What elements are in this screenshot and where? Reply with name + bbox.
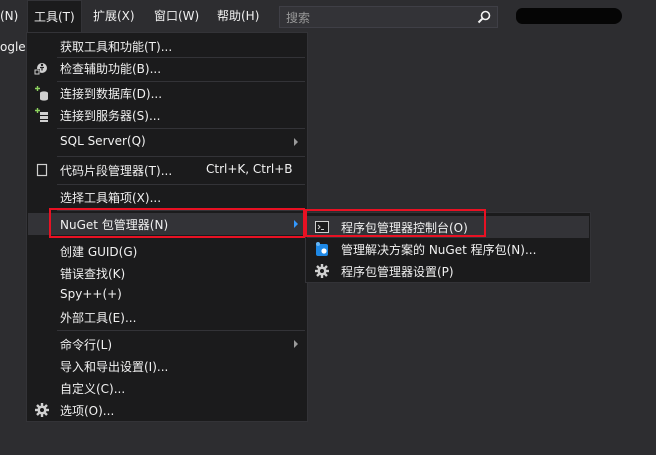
menu-item-label: Spy++(+) [60,287,122,301]
highlight-box-nuget [49,208,305,238]
side-text-fragment: ogle [0,40,26,54]
highlight-box-console [305,209,486,237]
menu-item-label: 错误查找(K) [60,267,126,281]
menu-item-shortcut: Ctrl+K, Ctrl+B [206,162,293,176]
menu-item-window[interactable]: 窗口(W) [154,0,199,33]
menu-item-label: 外部工具(E)... [60,311,137,325]
menu-choose-toolbox-items[interactable]: 选择工具箱项(X)... [28,186,306,208]
menu-item-label: 代码片段管理器(T)... [60,164,173,178]
menu-separator [57,128,305,129]
menu-snippet-manager[interactable]: 代码片段管理器(T)... Ctrl+K, Ctrl+B [28,159,306,181]
account-redacted [516,8,622,24]
menu-connect-database[interactable]: 连接到数据库(D)... [28,82,306,104]
search-box[interactable] [279,6,498,28]
menu-create-guid[interactable]: 创建 GUID(G) [28,240,306,262]
menu-item-label: 命令行(L) [60,338,113,352]
menu-import-export-settings[interactable]: 导入和导出设置(I)... [28,355,306,377]
menu-item-help[interactable]: 帮助(H) [217,0,259,33]
menu-item-label: 选择工具箱项(X)... [60,191,162,205]
menu-item-label: 检查辅助功能(B)... [60,62,162,76]
menu-item-label: 管理解决方案的 NuGet 程序包(N)... [341,243,537,257]
menu-item-label: 自定义(C)... [60,382,126,396]
menu-bar: (N) 工具(T) 扩展(X) 窗口(W) 帮助(H) [0,0,656,33]
gear-icon [315,264,329,278]
menu-item-tools[interactable]: 工具(T) [27,0,82,33]
submenu-arrow-icon [294,340,298,348]
menu-customize[interactable]: 自定义(C)... [28,377,306,399]
menu-item-extensions[interactable]: 扩展(X) [93,0,135,33]
nuget-icon [316,242,328,256]
menu-item-label: 连接到数据库(D)... [60,87,163,101]
database-add-icon [35,86,48,101]
menu-separator [57,184,305,185]
menu-spy-plus-plus[interactable]: Spy++(+) [28,284,306,306]
menu-sql-server[interactable]: SQL Server(Q) [28,131,306,153]
menu-item-new[interactable]: (N) [0,0,18,33]
server-add-icon [35,108,48,122]
menu-separator [57,156,305,157]
accessibility-icon [34,63,47,75]
menu-command-line[interactable]: 命令行(L) [28,333,306,355]
gear-icon [35,403,49,417]
menu-get-tools-features[interactable]: 获取工具和功能(T)... [28,35,306,57]
menu-manage-nuget-packages[interactable]: 管理解决方案的 NuGet 程序包(N)... [307,238,589,260]
search-icon[interactable] [477,10,491,24]
search-input[interactable] [284,8,468,28]
menu-item-label: 选项(O)... [60,404,115,418]
snippet-icon [36,163,48,177]
menu-item-label: SQL Server(Q) [60,134,146,148]
menu-item-label: 连接到服务器(S)... [60,109,161,123]
submenu-arrow-icon [294,138,298,146]
menu-item-label: 获取工具和功能(T)... [60,40,173,54]
menu-error-lookup[interactable]: 错误查找(K) [28,262,306,284]
menu-options[interactable]: 选项(O)... [28,399,306,421]
menu-connect-server[interactable]: 连接到服务器(S)... [28,104,306,126]
menu-item-label: 创建 GUID(G) [60,245,138,259]
menu-separator [57,330,305,331]
menu-external-tools[interactable]: 外部工具(E)... [28,306,306,328]
menu-check-accessibility[interactable]: 检查辅助功能(B)... [28,57,306,79]
menu-item-label: 导入和导出设置(I)... [60,360,169,374]
menu-item-label: 程序包管理器设置(P) [341,265,454,279]
menu-package-manager-settings[interactable]: 程序包管理器设置(P) [307,260,589,282]
